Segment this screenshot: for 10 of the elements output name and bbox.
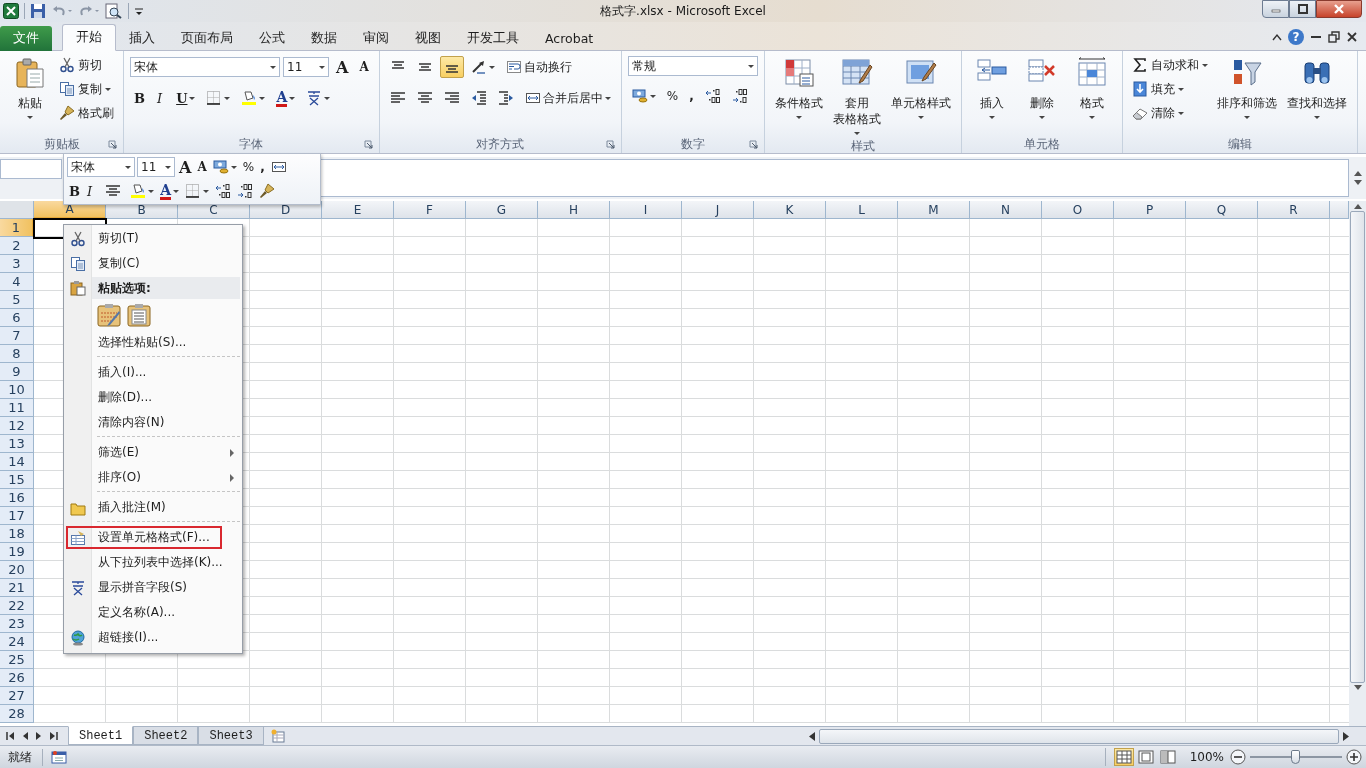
group-label: 字体 [239, 136, 264, 153]
status-text: 就绪 [0, 748, 43, 766]
menu-section-header: 粘贴选项: [92, 277, 240, 299]
group-label: 单元格 [1023, 136, 1060, 153]
group-label: 编辑 [1227, 136, 1252, 153]
window-title: 格式字.xlsx - Microsoft Excel [600, 2, 766, 20]
group-label: 样式 [850, 138, 875, 155]
group-label: 对齐方式 [476, 136, 525, 153]
group-label: 数字 [680, 136, 705, 153]
group-label: 剪贴板 [43, 136, 80, 153]
